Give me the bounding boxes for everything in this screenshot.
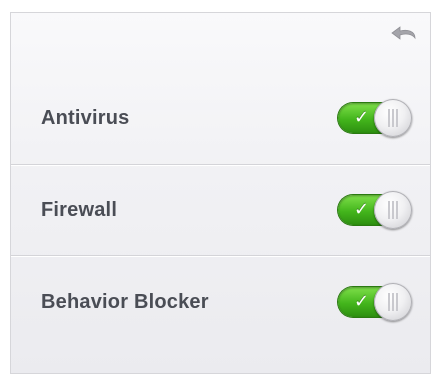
toggle-knob[interactable] [374, 191, 412, 229]
back-arrow-icon [391, 26, 416, 40]
protection-settings-panel: Antivirus ✓ Firewall ✓ Behavior Blocker … [10, 12, 431, 374]
setting-row-firewall: Firewall ✓ [11, 165, 430, 255]
setting-label: Antivirus [41, 106, 130, 129]
behavior-blocker-toggle[interactable]: ✓ [338, 283, 412, 321]
setting-row-antivirus: Antivirus ✓ [11, 73, 430, 163]
toggle-knob[interactable] [374, 99, 412, 137]
firewall-toggle[interactable]: ✓ [338, 191, 412, 229]
setting-label: Behavior Blocker [41, 290, 209, 313]
antivirus-toggle[interactable]: ✓ [338, 99, 412, 137]
back-button[interactable] [390, 23, 420, 47]
setting-row-behavior-blocker: Behavior Blocker ✓ [11, 257, 430, 347]
check-icon: ✓ [354, 199, 370, 219]
toggle-knob[interactable] [374, 283, 412, 321]
check-icon: ✓ [354, 107, 370, 127]
divider [11, 255, 430, 256]
setting-label: Firewall [41, 198, 118, 221]
check-icon: ✓ [354, 291, 370, 311]
